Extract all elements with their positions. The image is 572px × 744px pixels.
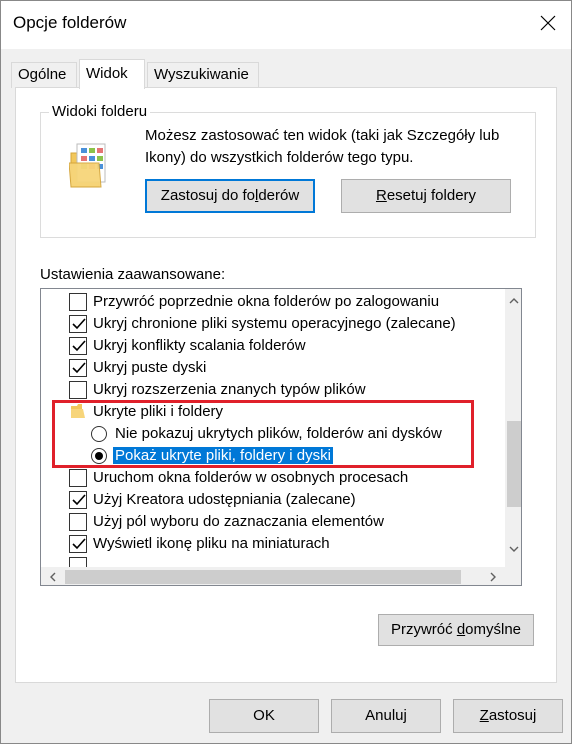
checkbox-unchecked[interactable] <box>69 469 87 487</box>
restore-defaults-button[interactable]: Przywróć domyślne <box>378 614 534 646</box>
ok-button[interactable]: OK <box>209 699 319 733</box>
checkbox-checked[interactable] <box>69 359 87 377</box>
folder-views-legend: Widoki folderu <box>49 103 151 120</box>
list-item-label: Przywróć poprzednie okna folderów po zal… <box>93 293 440 310</box>
tab-search-label: Wyszukiwanie <box>154 66 249 83</box>
vertical-scroll-thumb[interactable] <box>507 421 521 507</box>
ok-label: OK <box>253 707 275 724</box>
list-item-label: Wyświetl ikonę pliku na miniaturach <box>93 535 330 552</box>
folder-views-description: Możesz zastosować ten widok (taki jak Sz… <box>145 127 500 166</box>
apply-label: astosuj <box>488 707 537 724</box>
checkmark-icon <box>72 362 86 374</box>
reset-folders-label: esetuj foldery <box>386 187 477 204</box>
list-item-label: Ukryj konflikty scalania folderów <box>93 337 306 354</box>
scroll-up-icon[interactable] <box>505 293 521 309</box>
advanced-settings-label: Ustawienia zaawansowane: <box>40 266 226 283</box>
close-button[interactable] <box>525 1 571 49</box>
list-item[interactable]: Ukryj konflikty scalania folderów <box>41 335 505 357</box>
radio-unselected[interactable] <box>91 426 107 442</box>
apply-accel: Z <box>479 707 489 724</box>
list-item[interactable]: Użyj Kreatora udostępniania (zalecane) <box>41 489 505 511</box>
horizontal-scrollbar[interactable] <box>41 567 521 585</box>
list-item-label: Ukryj rozszerzenia znanych typów plików <box>93 381 366 398</box>
list-item-label: Użyj Kreatora udostępniania (zalecane) <box>93 491 356 508</box>
list-item-label: Użyj pól wyboru do zaznaczania elementów <box>93 513 384 530</box>
folder-icon <box>71 404 87 422</box>
view-tab-panel: Widoki folderu Możesz zastosować ten wid… <box>15 87 557 683</box>
list-item[interactable]: Wyświetl ikonę pliku na miniaturach <box>41 533 505 555</box>
advanced-settings-list[interactable]: Przywróć poprzednie okna folderów po zal… <box>40 288 522 586</box>
checkbox-unchecked[interactable] <box>69 293 87 311</box>
tab-general-label-rest: ólne <box>38 66 67 83</box>
apply-to-folders-button[interactable]: Zastosuj do folderów <box>145 179 315 213</box>
apply-button[interactable]: Zastosuj <box>453 699 563 733</box>
apply-to-folders-label-rest: derów <box>258 187 300 204</box>
reset-folders-button[interactable]: Resetuj foldery <box>341 179 511 213</box>
tab-view-label: Widok <box>86 65 128 82</box>
checkbox-unchecked[interactable] <box>69 381 87 399</box>
advanced-settings-items: Przywróć poprzednie okna folderów po zal… <box>41 289 505 567</box>
checkmark-icon <box>72 538 86 550</box>
folder-views-icon <box>68 143 109 193</box>
scroll-down-icon[interactable] <box>505 541 521 557</box>
reset-folders-accel: R <box>375 187 387 204</box>
list-item[interactable]: Nie pokazuj ukrytych plików, folderów an… <box>41 423 505 445</box>
list-item[interactable]: Użyj pól wyboru do zaznaczania elementów <box>41 511 505 533</box>
list-item-label: Ukryte pliki i foldery <box>93 403 224 420</box>
checkmark-icon <box>72 318 86 330</box>
list-item-label: Ukryj chronione pliki systemu operacyjne… <box>93 315 456 332</box>
restore-defaults-label-rest: omyślne <box>465 621 522 638</box>
apply-to-folders-label: Zastosuj do fo <box>160 187 255 204</box>
tab-general-label: O <box>18 66 30 83</box>
scroll-left-icon[interactable] <box>45 569 61 585</box>
cancel-label: Anuluj <box>365 707 407 724</box>
tab-search[interactable]: Wyszukiwanie <box>147 62 259 88</box>
restore-defaults-accel: d <box>456 621 466 638</box>
restore-defaults-label: Przywróć <box>390 621 457 638</box>
list-item[interactable]: Ukryj puste dyski <box>41 357 505 379</box>
list-item-partial[interactable] <box>41 555 505 567</box>
checkbox-checked[interactable] <box>69 491 87 509</box>
tab-general[interactable]: Ogólne <box>11 62 77 88</box>
list-item[interactable]: Ukryj rozszerzenia znanych typów plików <box>41 379 505 401</box>
list-item-folder: Ukryte pliki i foldery <box>41 401 505 423</box>
vertical-scrollbar[interactable] <box>505 289 521 567</box>
list-item-label: Pokaż ukryte pliki, foldery i dyski <box>113 447 333 464</box>
tab-general-accel: g <box>29 66 39 83</box>
list-item[interactable]: Ukryj chronione pliki systemu operacyjne… <box>41 313 505 335</box>
folder-options-dialog: Opcje folderów Ogólne Widok Wyszukiwanie… <box>0 0 572 744</box>
checkbox-checked[interactable] <box>69 315 87 333</box>
checkmark-icon <box>72 340 86 352</box>
checkbox-checked[interactable] <box>69 337 87 355</box>
close-icon <box>540 15 556 35</box>
cancel-button[interactable]: Anuluj <box>331 699 441 733</box>
tab-view[interactable]: Widok <box>79 59 145 89</box>
list-item-label: Uruchom okna folderów w osobnych procesa… <box>93 469 409 486</box>
window-title: Opcje folderów <box>13 13 127 32</box>
list-item-selected[interactable]: Pokaż ukryte pliki, foldery i dyski <box>41 445 505 467</box>
checkbox-unchecked[interactable] <box>69 513 87 531</box>
list-item-label: Ukryj puste dyski <box>93 359 207 376</box>
checkbox-unchecked[interactable] <box>69 557 87 567</box>
list-item[interactable]: Uruchom okna folderów w osobnych procesa… <box>41 467 505 489</box>
radio-dot <box>95 452 103 460</box>
checkmark-icon <box>72 494 86 506</box>
checkbox-checked[interactable] <box>69 535 87 553</box>
folder-views-group: Widoki folderu Możesz zastosować ten wid… <box>40 103 536 238</box>
list-item[interactable]: Przywróć poprzednie okna folderów po zal… <box>41 291 505 313</box>
radio-selected[interactable] <box>91 448 107 464</box>
scroll-right-icon[interactable] <box>485 569 501 585</box>
horizontal-scroll-thumb[interactable] <box>65 570 461 584</box>
list-item-label: Nie pokazuj ukrytych plików, folderów an… <box>115 425 442 442</box>
title-bar: Opcje folderów <box>1 1 571 49</box>
